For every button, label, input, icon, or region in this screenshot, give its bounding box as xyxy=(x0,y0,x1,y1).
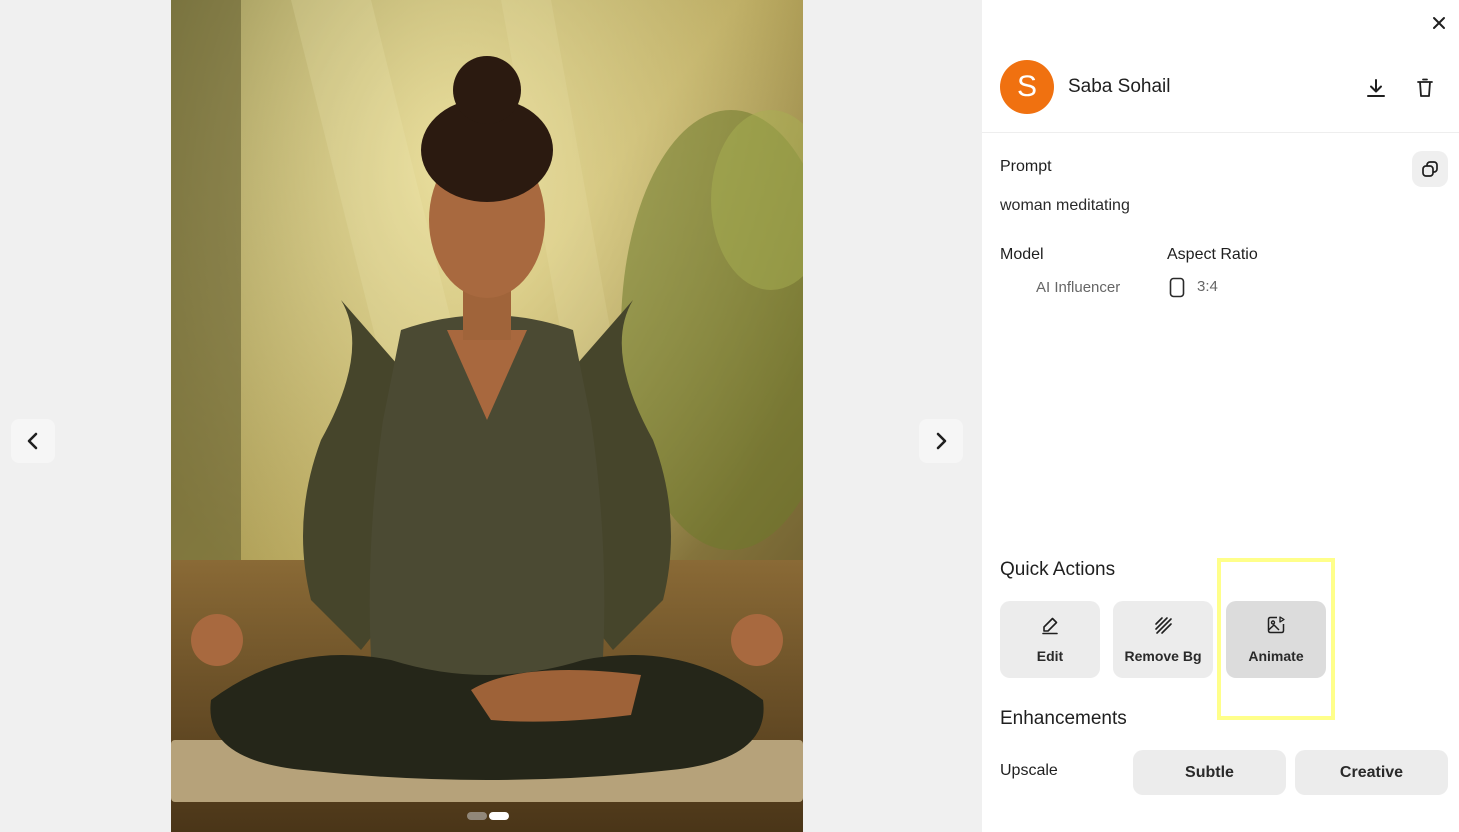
prompt-text: woman meditating xyxy=(1000,197,1130,214)
upscale-subtle-button[interactable]: Subtle xyxy=(1133,750,1286,795)
portrait-rectangle-icon xyxy=(1169,277,1185,298)
next-image-button[interactable] xyxy=(919,419,963,463)
edit-label: Edit xyxy=(1036,648,1064,664)
image-viewer xyxy=(0,0,982,832)
highlight-box xyxy=(1217,558,1335,720)
carousel-indicator xyxy=(467,812,509,820)
trash-icon xyxy=(1417,78,1433,97)
chevron-right-icon xyxy=(936,432,947,450)
user-header: S Saba Sohail xyxy=(982,0,1459,133)
remove-bg-label: Remove Bg xyxy=(1124,648,1202,664)
prompt-label: Prompt xyxy=(1000,158,1052,175)
carousel-dot-2[interactable] xyxy=(489,812,509,820)
download-icon xyxy=(1367,79,1385,97)
aspect-ratio-value: 3:4 xyxy=(1197,278,1218,295)
download-button[interactable] xyxy=(1362,74,1390,102)
enhancements-title: Enhancements xyxy=(1000,708,1127,729)
avatar: S xyxy=(1000,60,1054,114)
remove-bg-button[interactable]: Remove Bg xyxy=(1113,601,1213,678)
upscale-creative-button[interactable]: Creative xyxy=(1295,750,1448,795)
copy-prompt-button[interactable] xyxy=(1412,151,1448,187)
previous-image-button[interactable] xyxy=(11,419,55,463)
generated-image xyxy=(171,0,803,832)
aspect-ratio-label: Aspect Ratio xyxy=(1167,246,1258,263)
remove-bg-icon xyxy=(1155,617,1172,634)
upscale-label: Upscale xyxy=(1000,762,1058,779)
model-label: Model xyxy=(1000,246,1044,263)
copy-icon xyxy=(1422,161,1438,177)
delete-button[interactable] xyxy=(1411,74,1439,102)
avatar-initial: S xyxy=(1016,70,1037,103)
pencil-icon xyxy=(1042,617,1058,635)
close-button[interactable] xyxy=(1426,10,1452,36)
user-name: Saba Sohail xyxy=(1068,76,1171,97)
chevron-left-icon xyxy=(27,432,38,450)
close-icon xyxy=(1433,17,1445,29)
quick-actions-title: Quick Actions xyxy=(1000,559,1116,580)
model-value: AI Influencer xyxy=(1036,279,1121,296)
edit-button[interactable]: Edit xyxy=(1000,601,1100,678)
details-panel: S Saba Sohail Prompt woman meditating Mo… xyxy=(982,0,1459,832)
carousel-dot-1[interactable] xyxy=(467,812,487,820)
